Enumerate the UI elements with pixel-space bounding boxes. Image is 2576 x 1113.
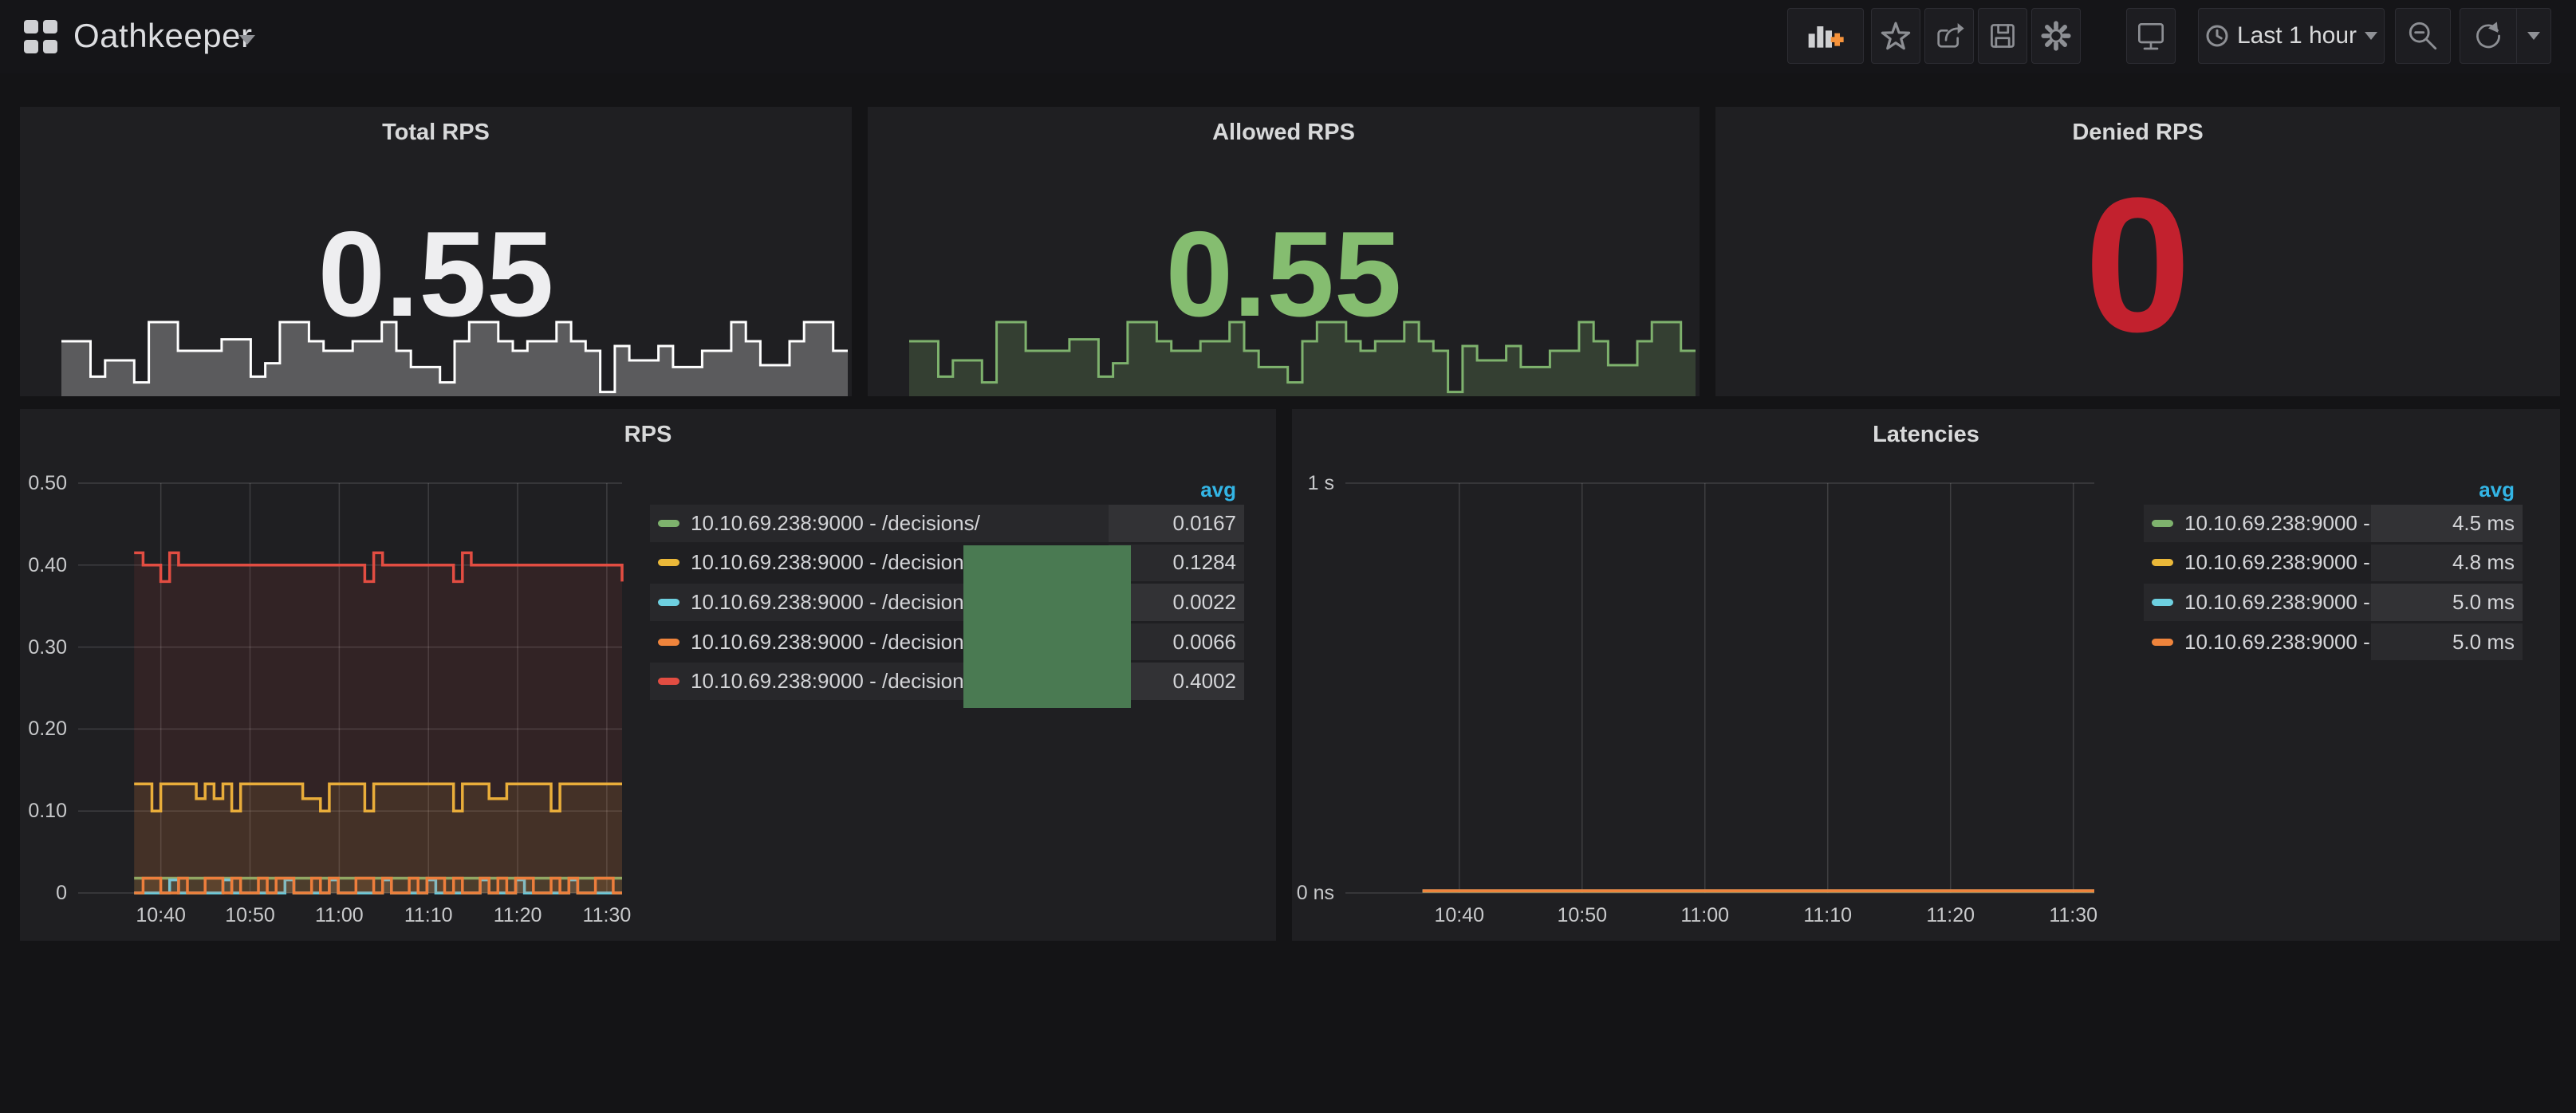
y-axis-label: 0.20 — [0, 719, 67, 739]
y-axis-label: 0 ns — [1247, 883, 1334, 903]
stat-panel-denied-rps: Denied RPS 0 — [1715, 107, 2560, 396]
stat-panel-allowed-rps: Allowed RPS 0.55 — [868, 107, 1700, 396]
panel-title[interactable]: Denied RPS — [1715, 120, 2560, 146]
add-panel-icon — [1807, 20, 1844, 52]
dashboards-grid-icon[interactable] — [24, 20, 57, 53]
y-axis-label: 0.30 — [0, 638, 67, 658]
graph-panel-latencies: Latencies 0 ns1 s10:4010:5011:0011:1011:… — [1292, 409, 2560, 941]
legend-row: 10.10.69.238:9000 - /decisions/0.0066 — [650, 623, 1244, 661]
legend-series-avg: 4.5 ms — [2371, 505, 2523, 542]
legend-series-name[interactable]: 10.10.69.238:9000 - p90 — [2184, 511, 2371, 536]
x-axis-label: 11:00 — [1649, 906, 1761, 926]
x-axis-label: 11:30 — [2018, 906, 2129, 926]
legend-row: 10.10.69.238:9000 - p995.0 ms — [2144, 584, 2523, 621]
y-axis-label: 0.40 — [0, 556, 67, 576]
stat-value: 0 — [1715, 169, 2560, 360]
legend-swatch-icon[interactable] — [658, 599, 679, 606]
share-dashboard-button[interactable] — [1924, 8, 1974, 64]
dashboard-settings-button[interactable] — [2031, 8, 2081, 64]
legend-row: 10.10.69.238:9000 - p954.8 ms — [2144, 545, 2523, 582]
y-axis-label: 0.10 — [0, 801, 67, 821]
legend-series-avg: 5.0 ms — [2371, 623, 2523, 661]
legend-swatch-icon[interactable] — [658, 639, 679, 646]
add-panel-button[interactable] — [1787, 8, 1864, 64]
legend-series-name[interactable]: 10.10.69.238:9000 - p95 — [2184, 550, 2371, 575]
y-axis-label: 1 s — [1247, 474, 1334, 494]
x-axis-label: 10:50 — [1526, 906, 1638, 926]
x-axis-label: 11:30 — [551, 906, 663, 926]
legend-series-avg: 4.8 ms — [2371, 545, 2523, 582]
legend-swatch-icon[interactable] — [2152, 520, 2173, 527]
legend-series-name[interactable]: 10.10.69.238:9000 - /decisions/ — [691, 511, 1109, 536]
dashboard-title[interactable]: Oathkeeper — [73, 17, 252, 55]
legend-swatch-icon[interactable] — [658, 559, 679, 566]
legend-row: 10.10.69.238:9000 - /decisions/0.0167 — [650, 505, 1244, 542]
legend-swatch-icon[interactable] — [658, 520, 679, 527]
refresh-dashboard-button[interactable] — [2460, 8, 2517, 64]
legend-series-avg: 0.0167 — [1109, 505, 1244, 542]
gear-icon — [2040, 20, 2072, 52]
x-axis-label: 10:40 — [1404, 906, 1515, 926]
legend-swatch-icon[interactable] — [658, 678, 679, 685]
legend-swatch-icon[interactable] — [2152, 599, 2173, 606]
refresh-caret-icon — [2527, 32, 2540, 40]
legend-row: 10.10.69.238:9000 - /decisions/0.1284 — [650, 545, 1244, 582]
legend-series-avg: 5.0 ms — [2371, 584, 2523, 621]
legend-series-name[interactable]: 10.10.69.238:9000 - p99 — [2184, 590, 2371, 615]
x-axis-label: 11:10 — [1772, 906, 1884, 926]
time-range-caret-icon — [2365, 32, 2377, 40]
time-range-label: Last 1 hour — [2237, 22, 2357, 49]
y-axis-label: 0.50 — [0, 474, 67, 494]
clock-icon — [2205, 24, 2229, 48]
save-dashboard-button[interactable] — [1978, 8, 2027, 64]
sparkline — [909, 295, 1696, 396]
mark-favorite-button[interactable] — [1871, 8, 1920, 64]
y-axis-label: 0 — [0, 883, 67, 903]
zoom-out-time-button[interactable] — [2395, 8, 2451, 64]
legend-swatch-icon[interactable] — [2152, 559, 2173, 566]
panel-title[interactable]: Allowed RPS — [868, 120, 1700, 146]
monitor-icon — [2135, 20, 2167, 52]
legend-row: 10.10.69.238:9000 - p1005.0 ms — [2144, 623, 2523, 661]
dashboard-title-caret-icon[interactable] — [239, 35, 255, 45]
legend-avg-header[interactable]: avg — [2144, 478, 2515, 502]
sparkline — [61, 295, 848, 396]
legend-swatch-icon[interactable] — [2152, 639, 2173, 646]
time-range-picker[interactable]: Last 1 hour — [2198, 8, 2385, 64]
legend-row: 10.10.69.238:9000 - /decisions/0.4002 — [650, 663, 1244, 700]
zoom-out-icon — [2407, 20, 2439, 52]
top-nav-bar: Oathkeeper — [0, 0, 2576, 73]
legend-avg-header[interactable]: avg — [650, 478, 1236, 502]
panel-title[interactable]: Total RPS — [20, 120, 852, 146]
legend-row: 10.10.69.238:9000 - p904.5 ms — [2144, 505, 2523, 542]
refresh-interval-dropdown[interactable] — [2516, 8, 2551, 64]
legend-series-name[interactable]: 10.10.69.238:9000 - p100 — [2184, 630, 2371, 655]
grafana-dashboard: { "nav": { "title": "Oathkeeper", "toolb… — [0, 0, 2576, 1113]
legend-overlay-artifact — [963, 545, 1131, 708]
save-icon — [1987, 21, 2018, 51]
cycle-view-mode-button[interactable] — [2126, 8, 2176, 64]
legend-row: 10.10.69.238:9000 - /decisions/0.0022 — [650, 584, 1244, 621]
share-icon — [1933, 20, 1965, 52]
star-icon — [1881, 21, 1911, 51]
stat-panel-total-rps: Total RPS 0.55 — [20, 107, 852, 396]
refresh-icon — [2473, 21, 2503, 51]
x-axis-label: 11:20 — [1895, 906, 2007, 926]
